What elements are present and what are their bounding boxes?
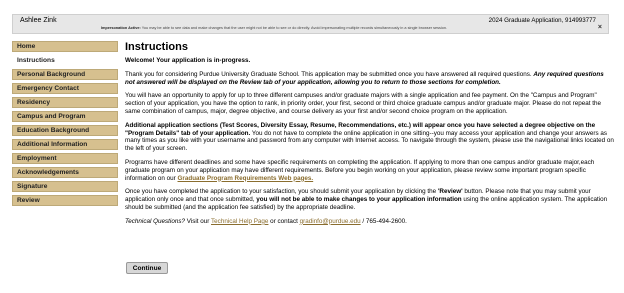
program-requirements-link[interactable]: Graduate Program Requirements Web pages.	[178, 175, 314, 182]
tech-visit-text: Visit our	[184, 217, 212, 225]
instructions-content: Instructions Welcome! Your application i…	[125, 41, 614, 232]
impersonation-banner: Ashlee Zink 2024 Graduate Application, 9…	[12, 14, 609, 34]
sidebar-item-employment[interactable]: Employment	[12, 153, 118, 164]
submit-paragraph: Once you have completed the application …	[125, 188, 614, 211]
intro-text: Thank you for considering Purdue Univers…	[125, 70, 534, 78]
welcome-message: Welcome! Your application is in-progress…	[125, 57, 251, 64]
sidebar-item-review[interactable]: Review	[12, 195, 118, 206]
tech-or-text: or contact	[268, 217, 300, 225]
sidebar-item-emergency-contact[interactable]: Emergency Contact	[12, 83, 118, 94]
sidebar-item-campus-and-program[interactable]: Campus and Program	[12, 111, 118, 122]
sidebar-item-additional-information[interactable]: Additional Information	[12, 139, 118, 150]
impersonation-notice: Impersonation Active: You may be able to…	[101, 26, 447, 30]
no-changes-note: you will not be able to make changes to …	[256, 196, 462, 204]
sidebar-item-residency[interactable]: Residency	[12, 97, 118, 108]
page-title: Instructions	[125, 41, 188, 53]
sidebar-item-instructions[interactable]: Instructions	[12, 55, 118, 66]
technical-help-line: Technical Questions? Visit our Technical…	[125, 218, 614, 226]
application-info: 2024 Graduate Application, 914993777	[488, 17, 596, 24]
submit-text-a: Once you have completed the application …	[125, 188, 438, 196]
technical-questions-label: Technical Questions?	[125, 217, 185, 225]
sidebar-item-home[interactable]: Home	[12, 41, 118, 52]
sidebar-item-signature[interactable]: Signature	[12, 181, 118, 192]
deadlines-paragraph: Programs have different deadlines and so…	[125, 159, 614, 182]
review-keyword: 'Review'	[437, 188, 463, 196]
gradinfo-email-link[interactable]: gradinfo@purdue.edu	[300, 218, 361, 225]
sidebar-item-education-background[interactable]: Education Background	[12, 125, 118, 136]
sidebar-item-acknowledgements[interactable]: Acknowledgements	[12, 167, 118, 178]
impersonation-message: You may be able to see data and make cha…	[141, 26, 448, 30]
additional-sections-paragraph: Additional application sections (Test Sc…	[125, 122, 614, 153]
sidebar-item-personal-background[interactable]: Personal Background	[12, 69, 118, 80]
sidebar-nav: Home Instructions Personal Background Em…	[12, 41, 118, 209]
intro-paragraph: Thank you for considering Purdue Univers…	[125, 71, 614, 87]
impersonation-label: Impersonation Active:	[101, 26, 141, 30]
user-name: Ashlee Zink	[20, 17, 57, 24]
close-icon[interactable]: ×	[598, 24, 602, 31]
technical-help-link[interactable]: Technical Help Page	[211, 218, 268, 225]
continue-button[interactable]: Continue	[126, 262, 168, 274]
phone-number: / 765-494-2600.	[360, 217, 407, 225]
campus-program-paragraph: You will have an opportunity to apply fo…	[125, 92, 602, 115]
